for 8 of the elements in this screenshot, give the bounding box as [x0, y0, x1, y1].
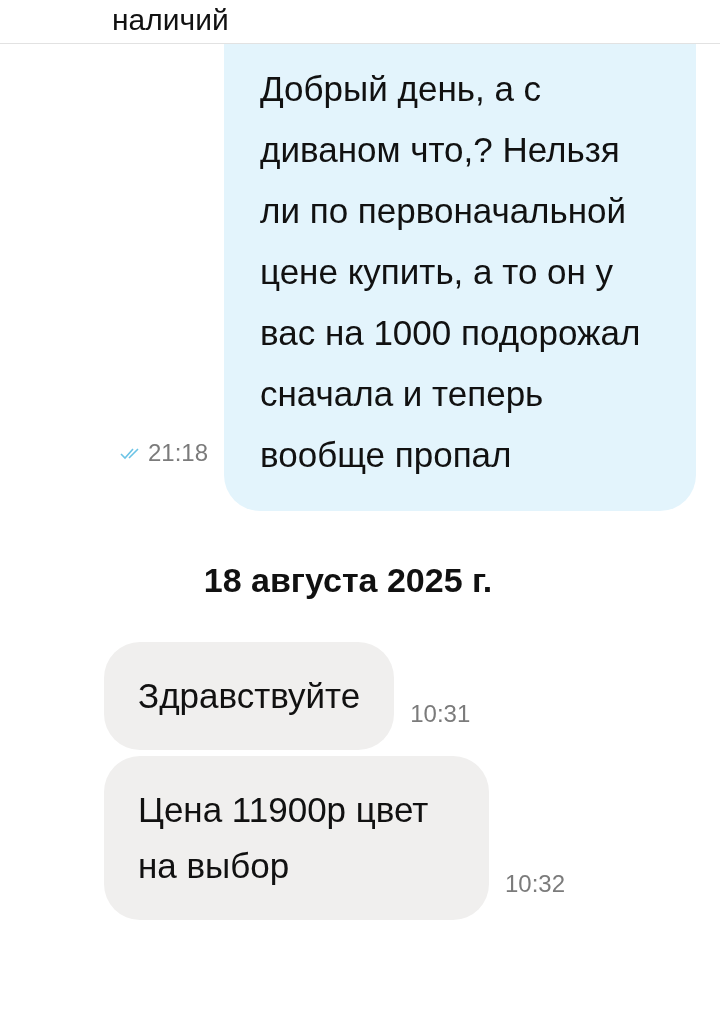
- message-time: 10:31: [410, 699, 471, 729]
- message-time: 21:18: [147, 438, 208, 468]
- message-time: 10:32: [505, 869, 566, 899]
- message-bubble: Цена 11900р цвет на выбор: [104, 756, 489, 920]
- message-bubble: Добрый день, а с диваном что,? Нельзя ли по первоначальной цене купить, а то он у вас на 1000 подорожал сначала и теперь вообще пропал: [224, 44, 696, 511]
- message-text: наличий: [112, 3, 229, 36]
- message-bubble: Здравствуйте: [104, 642, 395, 750]
- date-separator: 18 августа 2025 г.: [203, 561, 493, 599]
